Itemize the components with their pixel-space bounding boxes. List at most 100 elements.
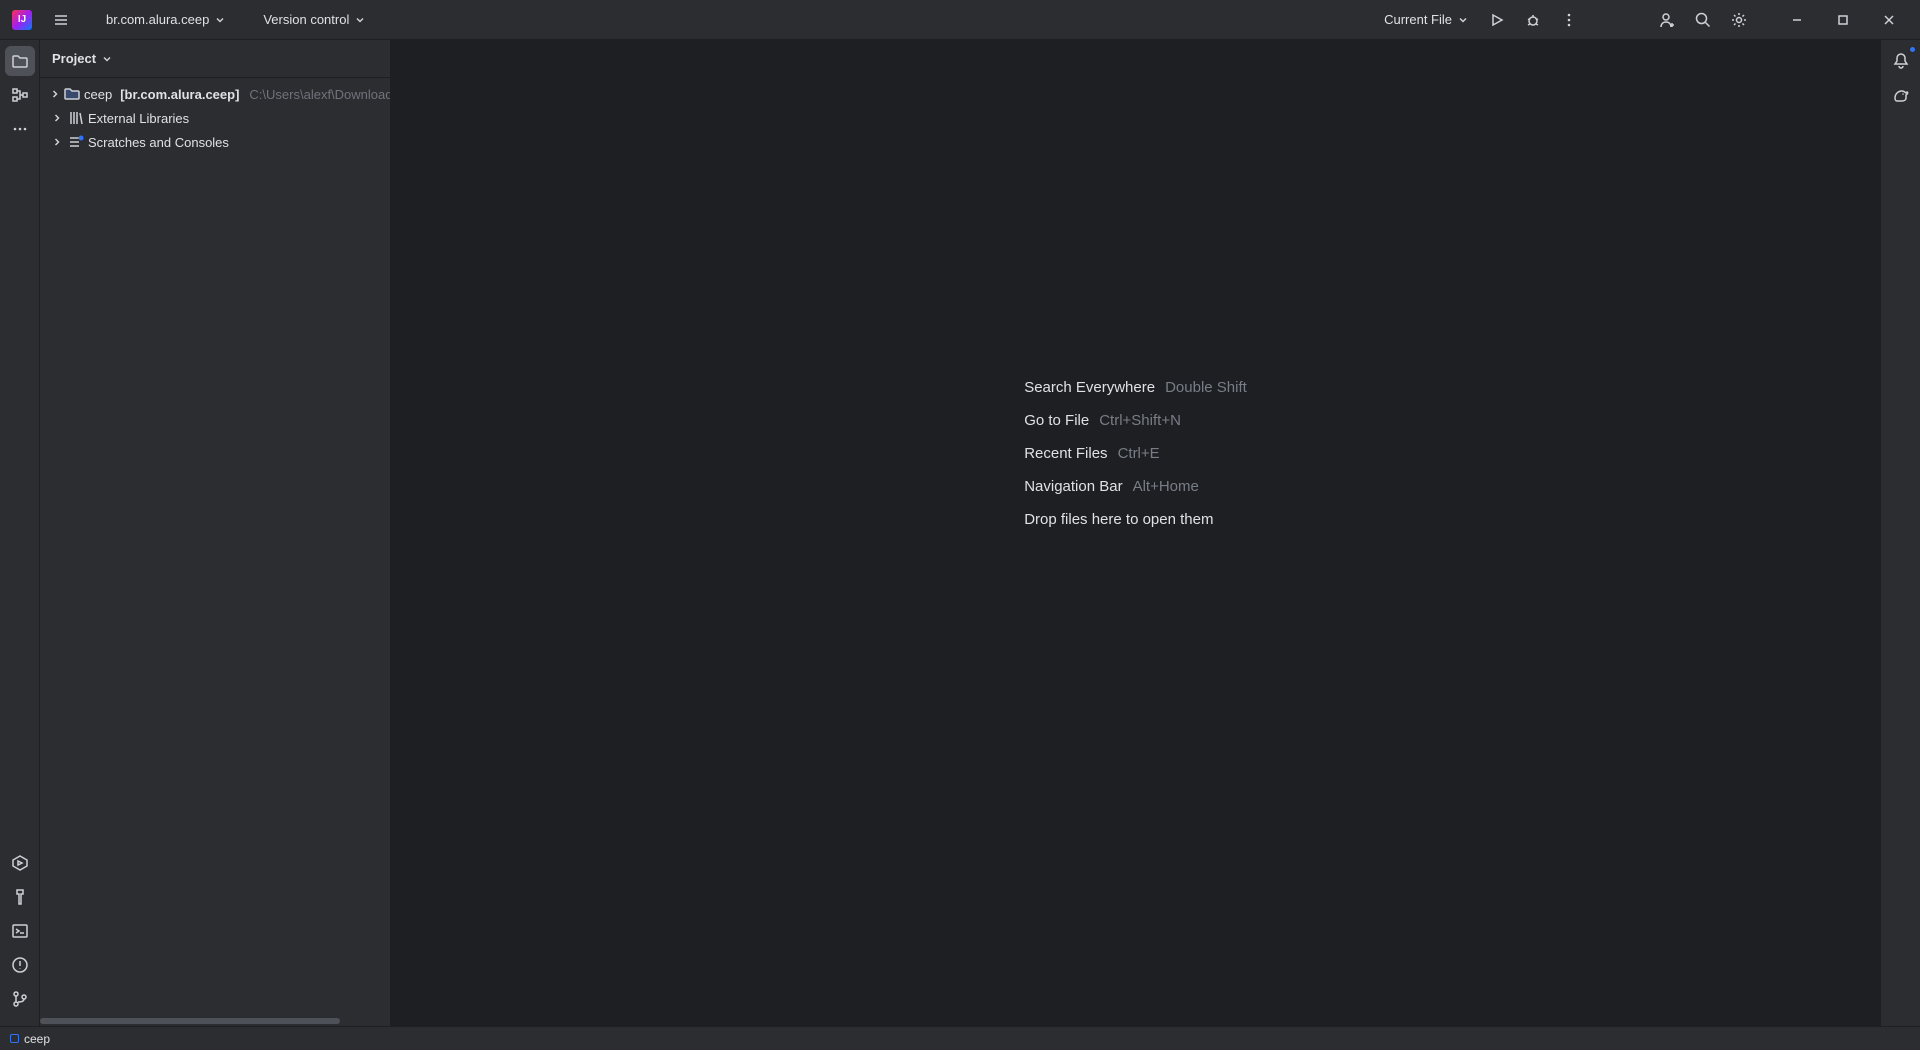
tree-root-qualifier: [br.com.alura.ceep] [120, 87, 239, 102]
project-selector-dropdown[interactable]: br.com.alura.ceep [96, 8, 235, 31]
bell-icon [1892, 52, 1910, 70]
tree-scratches-item[interactable]: Scratches and Consoles [40, 130, 390, 154]
chevron-down-icon [215, 15, 225, 25]
titlebar-left-group: IJ br.com.alura.ceep Version control [8, 5, 375, 35]
notifications-button[interactable] [1886, 46, 1916, 76]
welcome-hint-recent[interactable]: Recent Files Ctrl+E [1024, 445, 1247, 462]
hamburger-icon [53, 12, 69, 28]
warning-icon [11, 956, 29, 974]
status-module-indicator[interactable]: ceep [10, 1032, 50, 1046]
module-icon [10, 1034, 19, 1043]
notification-dot [1909, 46, 1916, 53]
vertical-dots-icon [1561, 12, 1577, 28]
problems-tool-button[interactable] [5, 950, 35, 980]
project-selector-label: br.com.alura.ceep [106, 12, 209, 27]
tree-external-libs-item[interactable]: External Libraries [40, 106, 390, 130]
chevron-down-icon [355, 15, 365, 25]
scratches-icon [68, 134, 84, 150]
app-icon: IJ [12, 10, 32, 30]
status-module-label: ceep [24, 1032, 50, 1046]
welcome-shortcut-label: Ctrl+Shift+N [1099, 412, 1181, 429]
project-tree[interactable]: ceep [br.com.alura.ceep] C:\Users\alexf\… [40, 78, 390, 1016]
project-panel-header: Project [40, 40, 390, 78]
folder-icon [11, 52, 29, 70]
tree-root-item[interactable]: ceep [br.com.alura.ceep] C:\Users\alexf\… [40, 82, 390, 106]
vcs-dropdown-label: Version control [263, 12, 349, 27]
close-icon [1883, 14, 1895, 26]
welcome-action-label: Go to File [1024, 412, 1089, 429]
welcome-shortcut-label: Alt+Home [1133, 478, 1199, 495]
titlebar: IJ br.com.alura.ceep Version control Cur… [0, 0, 1920, 40]
project-panel-title: Project [52, 51, 96, 66]
welcome-action-label: Navigation Bar [1024, 478, 1122, 495]
elephant-icon [1892, 86, 1910, 104]
project-tool-button[interactable] [5, 46, 35, 76]
run-config-dropdown[interactable]: Current File [1374, 8, 1478, 31]
window-controls [1774, 5, 1912, 35]
settings-button[interactable] [1722, 5, 1756, 35]
project-horizontal-scrollbar[interactable] [40, 1016, 390, 1026]
vcs-dropdown[interactable]: Version control [253, 8, 375, 31]
maximize-button[interactable] [1820, 5, 1866, 35]
hammer-icon [11, 888, 29, 906]
project-panel: Project ceep [br.com.alura.ceep] C:\User… [40, 40, 391, 1026]
person-add-icon [1658, 11, 1676, 29]
welcome-hint-dropfiles: Drop files here to open them [1024, 511, 1247, 528]
gradle-tool-button[interactable] [1886, 80, 1916, 110]
bug-icon [1525, 12, 1541, 28]
vcs-tool-button[interactable] [5, 984, 35, 1014]
welcome-hint-gotofile[interactable]: Go to File Ctrl+Shift+N [1024, 412, 1247, 429]
gear-icon [1730, 11, 1748, 29]
welcome-hints: Search Everywhere Double Shift Go to Fil… [1024, 379, 1247, 528]
right-tool-strip [1880, 40, 1920, 1026]
welcome-action-label: Recent Files [1024, 445, 1107, 462]
welcome-action-label: Search Everywhere [1024, 379, 1155, 396]
search-icon [1694, 11, 1712, 29]
chevron-down-icon [102, 54, 112, 64]
statusbar: ceep [0, 1026, 1920, 1050]
account-button[interactable] [1650, 5, 1684, 35]
build-tool-button[interactable] [5, 882, 35, 912]
welcome-hint-navbar[interactable]: Navigation Bar Alt+Home [1024, 478, 1247, 495]
welcome-action-label: Drop files here to open them [1024, 511, 1213, 528]
play-icon [1489, 12, 1505, 28]
main-area: Project ceep [br.com.alura.ceep] C:\User… [0, 40, 1920, 1026]
module-folder-icon [64, 86, 80, 102]
close-button[interactable] [1866, 5, 1912, 35]
horizontal-dots-icon [11, 120, 29, 138]
services-icon [11, 854, 29, 872]
structure-tool-button[interactable] [5, 80, 35, 110]
titlebar-right-group: Current File [1374, 5, 1912, 35]
minimize-button[interactable] [1774, 5, 1820, 35]
library-icon [68, 110, 84, 126]
git-branch-icon [11, 990, 29, 1008]
welcome-hint-search[interactable]: Search Everywhere Double Shift [1024, 379, 1247, 396]
main-menu-button[interactable] [44, 5, 78, 35]
terminal-icon [11, 922, 29, 940]
minimize-icon [1791, 14, 1803, 26]
welcome-shortcut-label: Ctrl+E [1118, 445, 1160, 462]
maximize-icon [1837, 14, 1849, 26]
run-config-label: Current File [1384, 12, 1452, 27]
left-tool-strip [0, 40, 40, 1026]
chevron-right-icon[interactable] [50, 89, 60, 99]
run-button[interactable] [1480, 5, 1514, 35]
terminal-tool-button[interactable] [5, 916, 35, 946]
scrollbar-thumb[interactable] [40, 1018, 340, 1024]
chevron-right-icon[interactable] [50, 137, 64, 147]
chevron-down-icon [1458, 15, 1468, 25]
debug-button[interactable] [1516, 5, 1550, 35]
editor-area[interactable]: Search Everywhere Double Shift Go to Fil… [391, 40, 1880, 1026]
services-tool-button[interactable] [5, 848, 35, 878]
more-tools-button[interactable] [5, 114, 35, 144]
tree-root-path: C:\Users\alexf\Downloads\kt [249, 87, 390, 102]
project-view-dropdown[interactable]: Project [52, 51, 112, 66]
welcome-shortcut-label: Double Shift [1165, 379, 1247, 396]
structure-icon [11, 86, 29, 104]
tree-external-libs-label: External Libraries [88, 111, 189, 126]
tree-root-name: ceep [84, 87, 112, 102]
chevron-right-icon[interactable] [50, 113, 64, 123]
search-button[interactable] [1686, 5, 1720, 35]
tree-scratches-label: Scratches and Consoles [88, 135, 229, 150]
more-actions-button[interactable] [1552, 5, 1586, 35]
